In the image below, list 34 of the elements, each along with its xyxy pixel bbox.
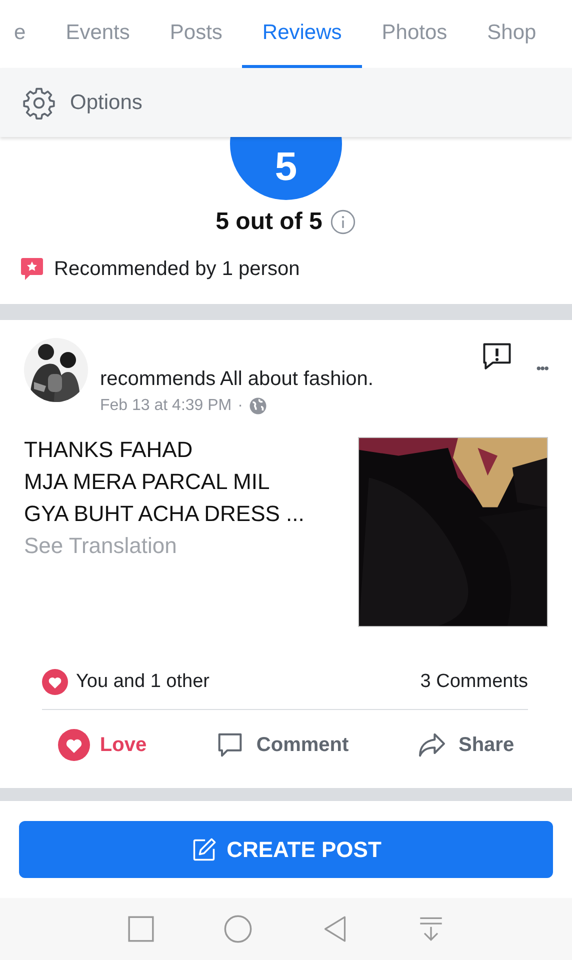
- reaction-button[interactable]: Comment: [208, 728, 355, 762]
- review-headline: recommends All about fashion.: [100, 368, 374, 391]
- rating-score: 5: [274, 147, 298, 187]
- edit-icon: [190, 836, 217, 862]
- comment-count[interactable]: 3 Comments: [420, 671, 528, 693]
- recommendation-icon: [20, 256, 44, 282]
- home-nav-icon[interactable]: [224, 915, 252, 943]
- options-label: Options: [70, 90, 142, 114]
- pull-down-nav-icon[interactable]: [418, 915, 444, 943]
- separator-dot: ·: [238, 397, 243, 415]
- review-text-line: MJA MERA PARCAL MIL: [24, 469, 271, 495]
- square-nav-icon[interactable]: [128, 916, 154, 942]
- review-text-line: GYA BUHT ACHA DRESS ...: [24, 501, 304, 527]
- see-translation-link[interactable]: See Translation: [24, 533, 304, 559]
- tab[interactable]: Events: [46, 0, 150, 68]
- tab[interactable]: e: [0, 0, 46, 68]
- more-button[interactable]: •••: [536, 360, 548, 376]
- reaction-button[interactable]: Share: [410, 728, 520, 762]
- rating-summary: 5 out of 5: [216, 208, 322, 236]
- options-bar[interactable]: Options: [0, 68, 572, 137]
- globe-icon: [248, 397, 267, 415]
- tab[interactable]: Shop: [467, 0, 556, 68]
- recommendation-count: Recommended by 1 person: [54, 258, 300, 280]
- info-icon[interactable]: [330, 209, 356, 235]
- tab[interactable]: Posts: [150, 0, 242, 68]
- settings-icon: [22, 86, 56, 120]
- reaction-button[interactable]: Love: [52, 728, 153, 762]
- heart-reaction-icon: [42, 669, 68, 695]
- create-post-button[interactable]: CREATE POST: [19, 821, 553, 878]
- review-text-line: THANKS FAHAD: [24, 437, 194, 463]
- post-time: Feb 13 at 4:39 PM: [100, 397, 232, 415]
- tab[interactable]: Photos: [362, 0, 468, 68]
- back-nav-icon[interactable]: [322, 915, 348, 943]
- reaction-count[interactable]: You and 1 other: [76, 671, 210, 693]
